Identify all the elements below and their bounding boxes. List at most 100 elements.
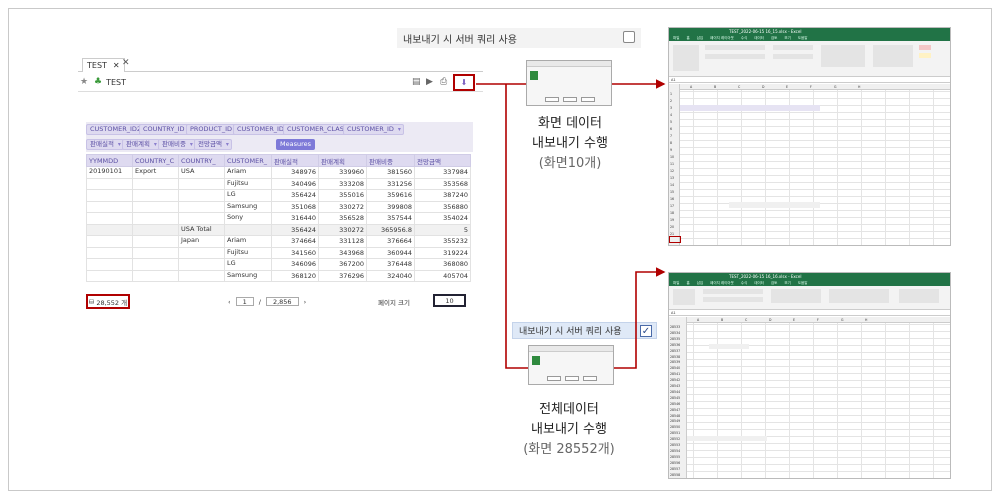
page-size-input[interactable]: 10 — [433, 294, 466, 307]
measure-chip[interactable]: 판매비중 — [158, 139, 196, 150]
row-number[interactable]: 28539 — [670, 360, 680, 364]
prev-page-button[interactable]: ‹ — [228, 298, 231, 306]
row-number[interactable]: 16 — [670, 197, 674, 201]
row-number[interactable]: 28541 — [670, 372, 680, 376]
measure-chip[interactable]: 판매계획 — [122, 139, 160, 150]
column-letter[interactable]: H — [865, 318, 867, 322]
measure-chip[interactable]: 전망금액 — [194, 139, 232, 150]
server-query-checkbox[interactable] — [623, 31, 635, 43]
column-letter[interactable]: E — [786, 85, 788, 89]
row-number[interactable]: 3 — [670, 106, 672, 110]
row-number[interactable]: 1 — [670, 92, 672, 96]
column-letter[interactable]: D — [769, 318, 771, 322]
row-number[interactable]: 28558 — [670, 473, 680, 477]
column-letter[interactable]: C — [738, 85, 740, 89]
row-number[interactable]: 28543 — [670, 384, 680, 388]
row-number[interactable]: 8 — [670, 141, 672, 145]
row-number[interactable]: 28538 — [670, 355, 680, 359]
server-query-option-checked[interactable]: 내보내기 시 서버 쿼리 사용 ✓ — [512, 322, 657, 339]
excel-name-box[interactable]: A1 — [669, 310, 950, 316]
measures-chip[interactable]: Measures — [276, 139, 316, 150]
close-all-icon[interactable]: ✕ — [122, 58, 130, 68]
column-letter[interactable]: C — [745, 318, 747, 322]
row-number[interactable]: 28550 — [670, 425, 680, 429]
current-page-input[interactable]: 1 — [235, 297, 254, 306]
next-page-button[interactable]: › — [304, 298, 307, 306]
row-number[interactable]: 28534 — [670, 331, 680, 335]
document-icon[interactable]: ▤ — [412, 77, 421, 87]
column-letter[interactable]: A — [697, 318, 699, 322]
export-button[interactable]: ⬇ — [453, 74, 475, 91]
row-number[interactable]: 9 — [670, 148, 672, 152]
server-query-option-top[interactable]: 내보내기 시 서버 쿼리 사용 — [397, 28, 641, 48]
column-header[interactable]: COUNTRY_ — [178, 154, 225, 167]
row-number[interactable]: 28556 — [670, 461, 680, 465]
column-header[interactable]: YYMMDD — [86, 154, 133, 167]
row-number[interactable]: 14 — [670, 183, 674, 187]
row-number[interactable]: 28540 — [670, 366, 680, 370]
row-number[interactable]: 28555 — [670, 455, 680, 459]
row-number[interactable]: 28552 — [670, 437, 680, 441]
favorite-star-icon[interactable]: ★ — [80, 77, 88, 87]
column-letter[interactable]: G — [841, 318, 843, 322]
row-number[interactable]: 21 — [670, 232, 674, 236]
column-header[interactable]: 판매비중 — [366, 154, 415, 167]
run-icon[interactable]: ▶ — [426, 77, 433, 87]
dialog-cancel-button[interactable] — [581, 97, 595, 102]
dialog-open-button[interactable] — [545, 97, 559, 102]
column-header[interactable]: COUNTRY_C — [132, 154, 179, 167]
tab-test[interactable]: TEST ✕ — [82, 58, 125, 72]
column-letter[interactable]: E — [793, 318, 795, 322]
column-letter[interactable]: G — [834, 85, 836, 89]
row-number[interactable]: 12 — [670, 169, 674, 173]
row-number[interactable]: 5 — [670, 120, 672, 124]
column-header[interactable]: CUSTOMER_ — [224, 154, 272, 167]
column-letter[interactable]: D — [762, 85, 764, 89]
row-number[interactable]: 28535 — [670, 337, 680, 341]
column-letter[interactable]: H — [858, 85, 860, 89]
row-number[interactable]: 28544 — [670, 390, 680, 394]
row-number[interactable]: 19 — [670, 218, 674, 222]
excel-name-box[interactable]: A1 — [669, 77, 950, 83]
server-query-checkbox-checked[interactable]: ✓ — [640, 325, 652, 337]
row-number[interactable]: 17 — [670, 204, 674, 208]
tab-close-icon[interactable]: ✕ — [113, 61, 120, 70]
row-number[interactable]: 7 — [670, 134, 672, 138]
dialog-save-button[interactable] — [563, 97, 577, 102]
row-number[interactable]: 28536 — [670, 343, 680, 347]
row-number[interactable]: 28553 — [670, 443, 680, 447]
row-number[interactable]: 18 — [670, 211, 674, 215]
column-letter[interactable]: B — [714, 85, 716, 89]
row-number[interactable]: 13 — [670, 176, 674, 180]
column-letter[interactable]: B — [721, 318, 723, 322]
row-number[interactable]: 28537 — [670, 349, 680, 353]
column-letter[interactable]: A — [690, 85, 692, 89]
column-letter[interactable]: F — [817, 318, 819, 322]
row-number[interactable]: 11 — [670, 162, 674, 166]
column-header[interactable]: 전망금액 — [414, 154, 471, 167]
row-number[interactable]: 28549 — [670, 419, 680, 423]
filter-chip[interactable]: CUSTOMER_ID — [343, 124, 404, 135]
dialog-save-button[interactable] — [565, 376, 579, 381]
column-letter[interactable]: F — [810, 85, 812, 89]
row-number[interactable]: 28547 — [670, 408, 680, 412]
row-number[interactable]: 20 — [670, 225, 674, 229]
dialog-cancel-button[interactable] — [583, 376, 597, 381]
row-number[interactable]: 10 — [670, 155, 674, 159]
row-number[interactable]: 15 — [670, 190, 674, 194]
row-number[interactable]: 28554 — [670, 449, 680, 453]
column-header[interactable]: 판매실적 — [271, 154, 319, 167]
row-number[interactable]: 2 — [670, 99, 672, 103]
row-number[interactable]: 28545 — [670, 396, 680, 400]
column-header[interactable]: 판매계획 — [318, 154, 367, 167]
dialog-open-button[interactable] — [547, 376, 561, 381]
measure-chip[interactable]: 판매실적 — [86, 139, 124, 150]
row-number[interactable]: 28533 — [670, 325, 680, 329]
print-icon[interactable]: ⎙ — [440, 77, 447, 87]
row-number[interactable]: 6 — [670, 127, 672, 131]
row-number[interactable]: 28548 — [670, 414, 680, 418]
row-number[interactable]: 28551 — [670, 431, 680, 435]
row-number[interactable]: 28557 — [670, 467, 680, 471]
row-number[interactable]: 28546 — [670, 402, 680, 406]
row-number[interactable]: 4 — [670, 113, 672, 117]
